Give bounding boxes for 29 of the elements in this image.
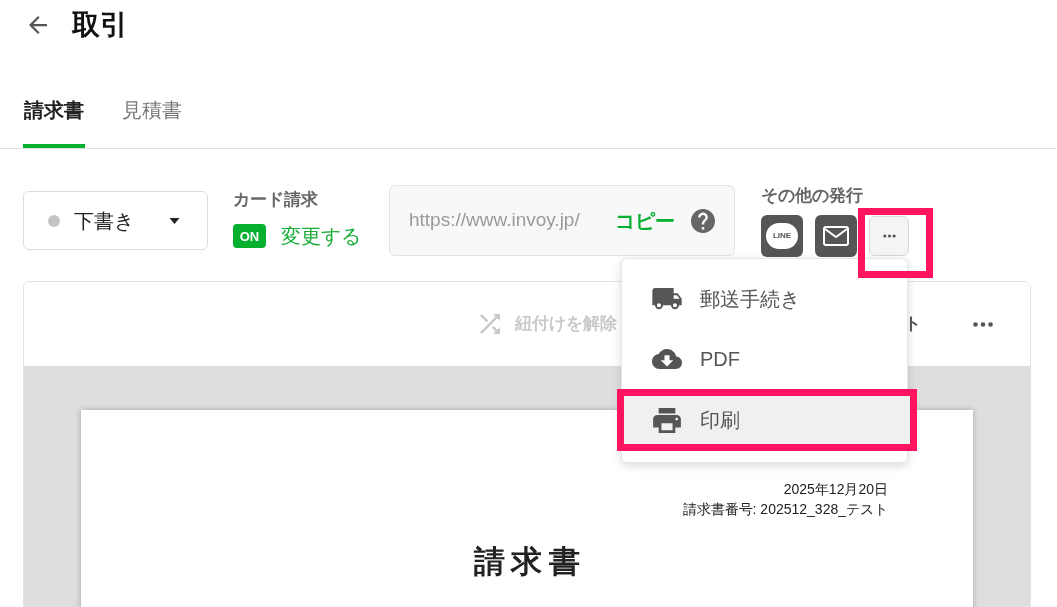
mail-button[interactable] xyxy=(815,215,857,257)
truck-icon xyxy=(652,288,682,310)
document-title: 請求書 xyxy=(472,544,588,580)
other-issue-label: その他の発行 xyxy=(761,186,864,206)
page-title: 取引 xyxy=(72,8,128,42)
back-button[interactable] xyxy=(29,16,47,34)
more-dots-icon xyxy=(882,234,896,238)
menu-item[interactable]: PDF xyxy=(622,329,907,389)
tab[interactable]: 請求書 xyxy=(23,80,85,148)
menu-item[interactable]: 郵送手続き xyxy=(622,269,907,329)
status-dropdown[interactable]: 下書き xyxy=(23,191,208,250)
menu-item[interactable]: 印刷 xyxy=(617,389,917,451)
status-dot-icon xyxy=(48,214,60,227)
more-dots-icon xyxy=(973,321,993,327)
toolbar-button[interactable]: ト xyxy=(904,311,921,337)
tab[interactable]: 見積書 xyxy=(121,80,183,148)
caret-down-icon xyxy=(169,217,180,224)
back-arrow-icon xyxy=(29,16,47,34)
cloud-download-icon xyxy=(652,349,682,369)
status-badge: ON xyxy=(233,224,266,248)
help-icon[interactable] xyxy=(691,208,715,233)
invoice-number: 請求書番号: 202512_328_テスト xyxy=(682,500,888,519)
card-billing-label: カード請求 xyxy=(233,189,319,211)
shuffle-icon xyxy=(480,314,500,334)
document-date: 2025年12月20日 xyxy=(783,480,888,499)
envelope-icon xyxy=(823,226,849,246)
line-button[interactable]: LINE xyxy=(761,215,803,257)
printer-icon xyxy=(653,407,681,433)
more-options-button[interactable] xyxy=(973,321,993,327)
